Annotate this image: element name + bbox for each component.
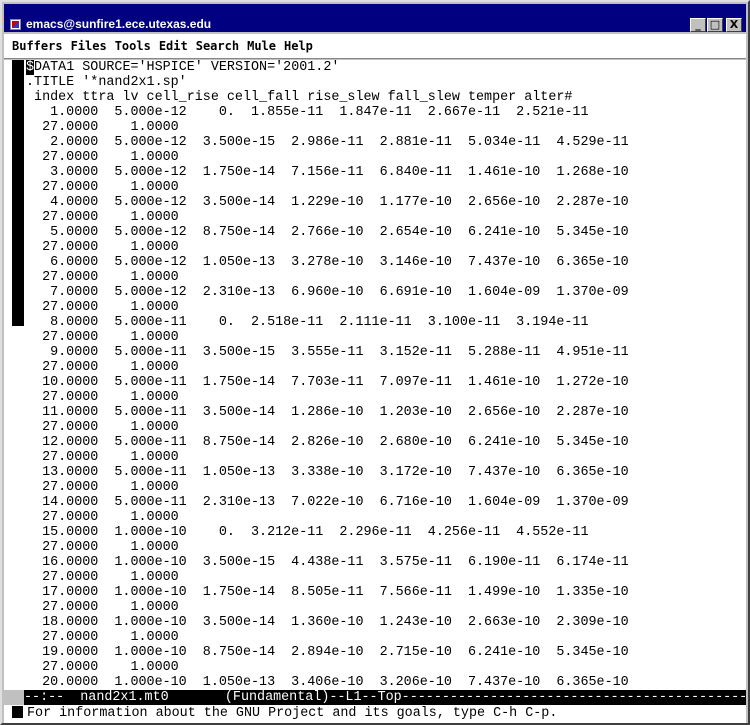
mode-line: --:-- nand2x1.mt0 (Fundamental)--L1--Top… bbox=[24, 690, 746, 705]
buffer-line: 6.0000 5.000e-12 1.050e-13 3.278e-10 3.1… bbox=[26, 255, 629, 270]
menu-search[interactable]: Search bbox=[196, 34, 239, 58]
buffer-line: 27.0000 1.0000 bbox=[26, 270, 179, 285]
buffer-line: 27.0000 1.0000 bbox=[26, 360, 179, 375]
minibuffer-message: For information about the GNU Project an… bbox=[27, 706, 558, 721]
buffer-line: 27.0000 1.0000 bbox=[26, 660, 179, 675]
buffer-line: 20.0000 1.000e-10 1.050e-13 3.406e-10 3.… bbox=[26, 675, 629, 690]
buffer-line: 27.0000 1.0000 bbox=[26, 510, 179, 525]
buffer-text[interactable]: $DATA1 SOURCE='HSPICE' VERSION='2001.2' … bbox=[26, 60, 629, 690]
buffer-line: 27.0000 1.0000 bbox=[26, 210, 179, 225]
buffer-line: 9.0000 5.000e-11 3.500e-15 3.555e-11 3.1… bbox=[26, 345, 629, 360]
buffer-line: 14.0000 5.000e-11 2.310e-13 7.022e-10 6.… bbox=[26, 495, 629, 510]
buffer-line: 19.0000 1.000e-10 8.750e-14 2.894e-10 2.… bbox=[26, 645, 629, 660]
menu-bar: Buffers Files Tools Edit Search Mule Hel… bbox=[4, 34, 746, 59]
minibuffer[interactable]: For information about the GNU Project an… bbox=[4, 705, 746, 723]
buffer-line: 27.0000 1.0000 bbox=[26, 330, 179, 345]
buffer-line: 27.0000 1.0000 bbox=[26, 120, 179, 135]
emacs-window: emacs@sunfire1.ece.utexas.edu _ □ X Buff… bbox=[0, 0, 750, 725]
buffer-line: 2.0000 5.000e-12 3.500e-15 2.986e-11 2.8… bbox=[26, 135, 629, 150]
window-title: emacs@sunfire1.ece.utexas.edu bbox=[26, 17, 212, 31]
text-cursor: $ bbox=[26, 60, 35, 75]
title-bar[interactable]: emacs@sunfire1.ece.utexas.edu _ □ X bbox=[4, 4, 746, 32]
buffer-line: 27.0000 1.0000 bbox=[26, 240, 179, 255]
minibuffer-marker bbox=[12, 706, 23, 718]
vertical-scrollbar[interactable] bbox=[12, 60, 24, 690]
minimize-button[interactable]: _ bbox=[690, 18, 706, 32]
buffer-line: 10.0000 5.000e-11 1.750e-14 7.703e-11 7.… bbox=[26, 375, 629, 390]
buffer-line: 15.0000 1.000e-10 0. 3.212e-11 2.296e-11… bbox=[26, 525, 589, 540]
buffer-line: 27.0000 1.0000 bbox=[26, 540, 179, 555]
buffer-line: 27.0000 1.0000 bbox=[26, 390, 179, 405]
buffer-line: 8.0000 5.000e-11 0. 2.518e-11 2.111e-11 … bbox=[26, 315, 589, 330]
buffer-line: 3.0000 5.000e-12 1.750e-14 7.156e-11 6.8… bbox=[26, 165, 629, 180]
menu-buffers[interactable]: Buffers bbox=[12, 34, 63, 58]
scrollbar-thumb[interactable] bbox=[12, 60, 24, 326]
buffer-line: 27.0000 1.0000 bbox=[26, 300, 179, 315]
buffer-line: 12.0000 5.000e-11 8.750e-14 2.826e-10 2.… bbox=[26, 435, 629, 450]
buffer-line: 16.0000 1.000e-10 3.500e-15 4.438e-11 3.… bbox=[26, 555, 629, 570]
buffer-line: 27.0000 1.0000 bbox=[26, 180, 179, 195]
maximize-button[interactable]: □ bbox=[707, 18, 723, 32]
close-button[interactable]: X bbox=[726, 18, 742, 32]
buffer-line: 27.0000 1.0000 bbox=[26, 480, 179, 495]
window-controls: _ □ X bbox=[690, 18, 742, 32]
menu-tools[interactable]: Tools bbox=[115, 34, 151, 58]
buffer-line: index ttra lv cell_rise cell_fall rise_s… bbox=[26, 90, 573, 105]
menu-edit[interactable]: Edit bbox=[159, 34, 188, 58]
menu-mule[interactable]: Mule bbox=[247, 34, 276, 58]
buffer-line: 7.0000 5.000e-12 2.310e-13 6.960e-10 6.6… bbox=[26, 285, 629, 300]
buffer-line: 18.0000 1.000e-10 3.500e-14 1.360e-10 1.… bbox=[26, 615, 629, 630]
buffer-line: 27.0000 1.0000 bbox=[26, 630, 179, 645]
buffer-line: 27.0000 1.0000 bbox=[26, 420, 179, 435]
buffer-line-1: DATA1 SOURCE='HSPICE' VERSION='2001.2' bbox=[34, 60, 340, 75]
buffer-line: 11.0000 5.000e-11 3.500e-14 1.286e-10 1.… bbox=[26, 405, 629, 420]
buffer-line: 27.0000 1.0000 bbox=[26, 450, 179, 465]
buffer-line: .TITLE '*nand2x1.sp' bbox=[26, 75, 187, 90]
buffer-line: 4.0000 5.000e-12 3.500e-14 1.229e-10 1.1… bbox=[26, 195, 629, 210]
buffer-line: 13.0000 5.000e-11 1.050e-13 3.338e-10 3.… bbox=[26, 465, 629, 480]
buffer-line: 27.0000 1.0000 bbox=[26, 570, 179, 585]
text-editor-area[interactable]: $DATA1 SOURCE='HSPICE' VERSION='2001.2' … bbox=[4, 60, 746, 690]
emacs-icon[interactable] bbox=[10, 19, 21, 30]
buffer-line: 17.0000 1.000e-10 1.750e-14 8.505e-11 7.… bbox=[26, 585, 629, 600]
buffer-lines: .TITLE '*nand2x1.sp' index ttra lv cell_… bbox=[26, 75, 629, 690]
buffer-line: 5.0000 5.000e-12 8.750e-14 2.766e-10 2.6… bbox=[26, 225, 629, 240]
buffer-line: 1.0000 5.000e-12 0. 1.855e-11 1.847e-11 … bbox=[26, 105, 589, 120]
menu-files[interactable]: Files bbox=[71, 34, 107, 58]
buffer-line: 27.0000 1.0000 bbox=[26, 150, 179, 165]
menu-help[interactable]: Help bbox=[284, 34, 313, 58]
buffer-line: 27.0000 1.0000 bbox=[26, 600, 179, 615]
